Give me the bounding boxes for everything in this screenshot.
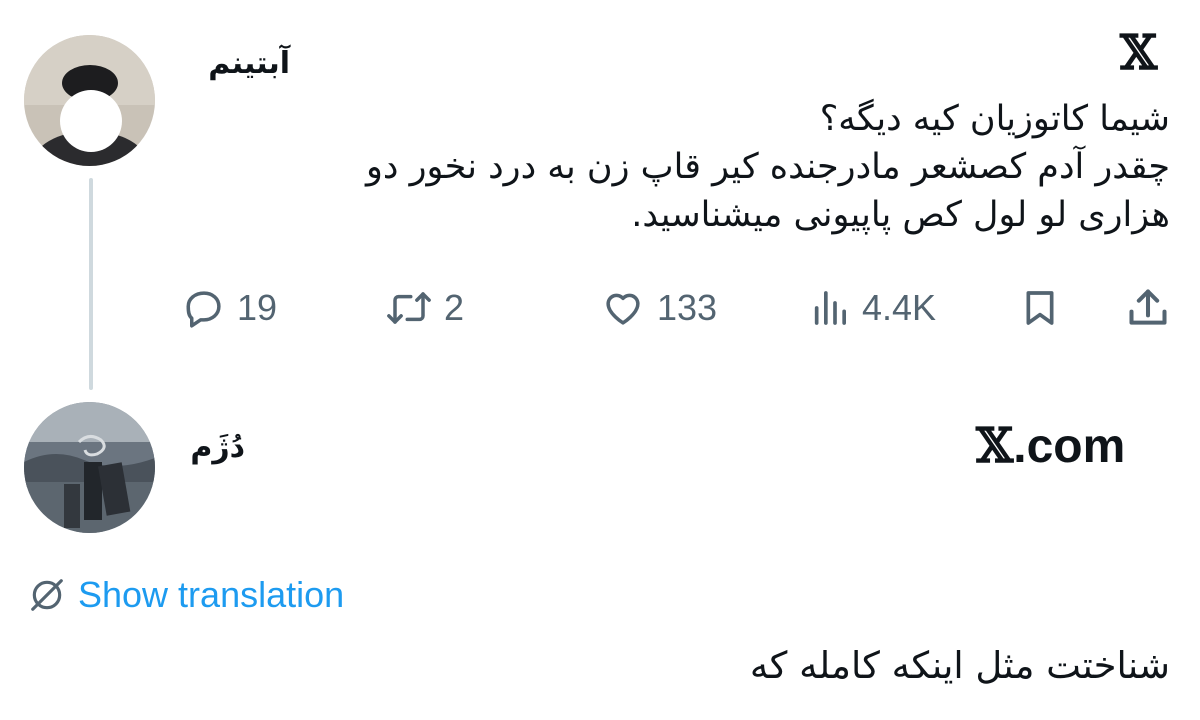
like-button[interactable]: 133 [601,280,717,336]
site-domain: .com [1013,420,1126,473]
reply-count: 19 [237,287,278,328]
show-translation-link[interactable]: Show translation [28,574,344,616]
reply-icon [183,287,225,329]
screenshot: آبتینم 𝕏 شیما کاتوزیان کیه دیگه؟ چقدر آد… [0,0,1200,720]
translate-globe-icon [28,576,66,614]
show-translation-label: Show translation [78,574,345,615]
avatar-abtinam[interactable] [24,35,155,166]
x-logo-icon: 𝕏 [1120,25,1158,81]
views-icon [810,287,850,329]
share-icon [1126,286,1170,330]
like-icon [601,287,645,329]
repost-icon [386,287,432,329]
x-logo-icon: 𝕏 [976,418,1014,474]
share-button[interactable] [1126,280,1170,336]
reply-button[interactable]: 19 [183,280,277,336]
avatar-dozham[interactable] [24,402,155,533]
tweet-text: شیما کاتوزیان کیه دیگه؟ چقدر آدم کصشعر م… [210,95,1170,239]
views-button[interactable]: 4.4K [810,280,936,336]
tweet-actions-bar: 19 2 133 4.4K [0,280,1200,336]
like-count: 133 [657,287,718,328]
reply-author-name[interactable]: دُژَم [190,428,245,468]
views-count: 4.4K [862,287,937,328]
site-label: 𝕏.com [976,418,1125,475]
repost-count: 2 [444,287,465,328]
tweet-text-line: هزاری لو لول کص پاپیونی میشناسید. [631,195,1170,235]
reply-text: شناختت مثل اینکه کامله که [749,644,1170,687]
author-name[interactable]: آبتینم [208,44,290,84]
bookmark-icon [1020,287,1060,329]
repost-button[interactable]: 2 [386,280,464,336]
tweet-text-line: چقدر آدم کصشعر مادرجنده کیر قاپ زن به در… [366,147,1170,187]
tweet-text-line: شیما کاتوزیان کیه دیگه؟ [819,99,1170,139]
bookmark-button[interactable] [1020,280,1060,336]
